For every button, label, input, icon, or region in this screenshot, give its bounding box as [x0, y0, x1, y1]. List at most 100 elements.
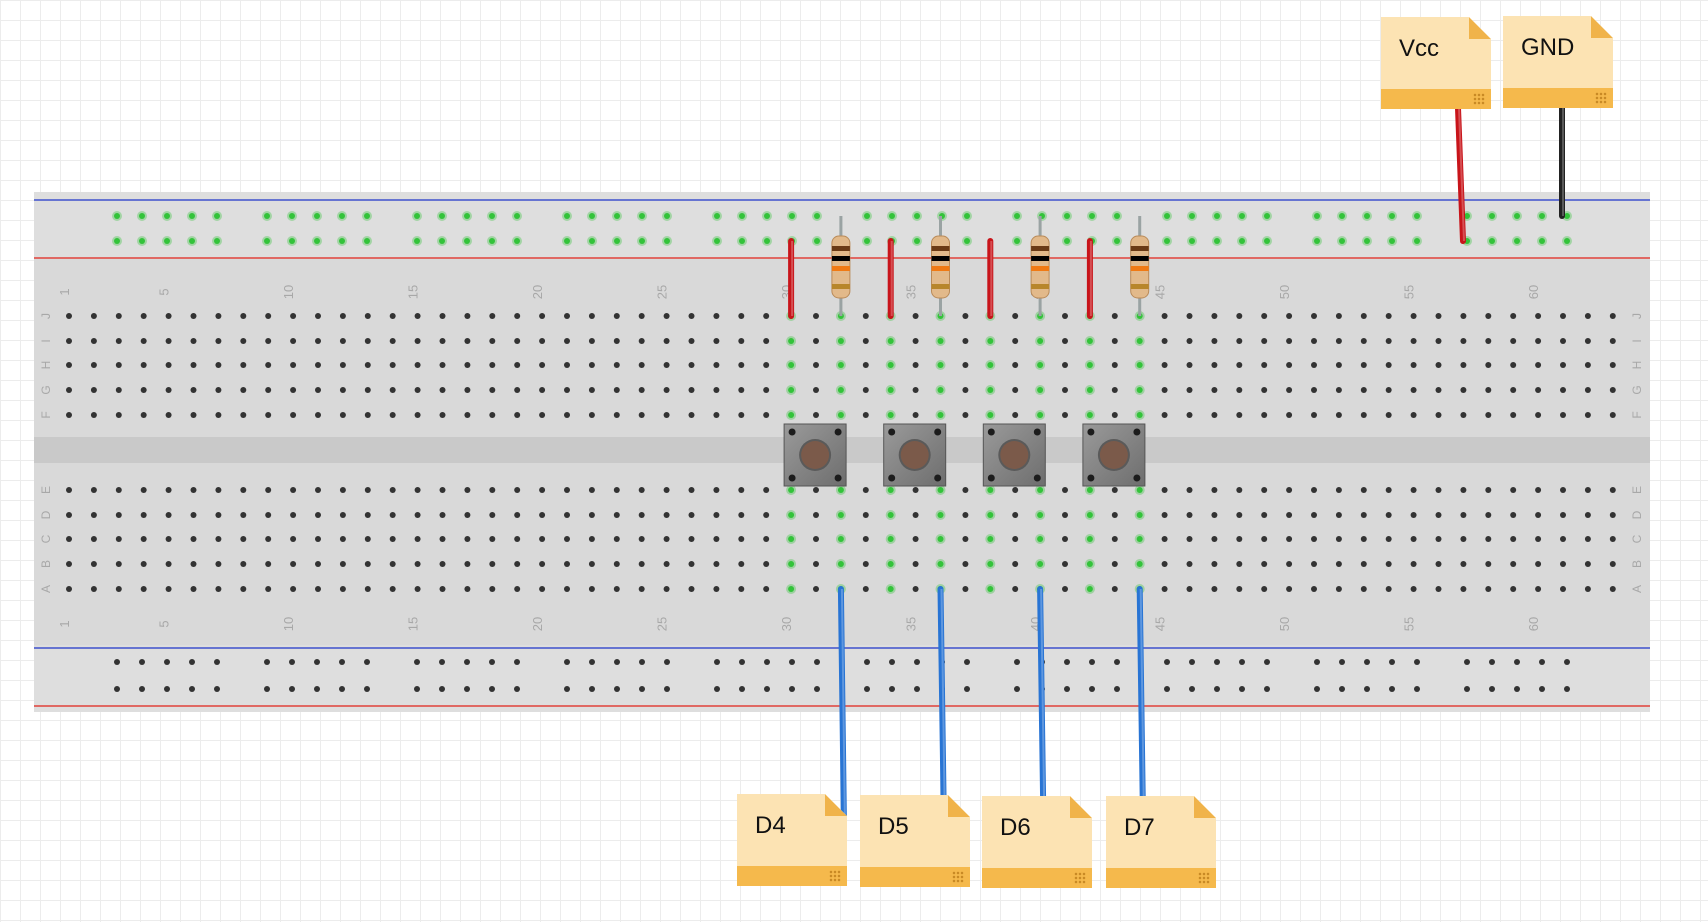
breadboard-hole[interactable]: [1314, 686, 1320, 692]
breadboard-hole[interactable]: [864, 686, 870, 692]
breadboard-hole[interactable]: [139, 659, 145, 665]
breadboard-hole[interactable]: [738, 512, 745, 518]
breadboard-hole[interactable]: [115, 561, 122, 567]
breadboard-hole[interactable]: [1435, 387, 1442, 393]
breadboard-hole[interactable]: [1510, 338, 1517, 344]
breadboard-hole[interactable]: [539, 536, 546, 542]
breadboard-hole[interactable]: [1584, 487, 1591, 493]
breadboard-hole[interactable]: [1086, 512, 1093, 518]
breadboard-hole[interactable]: [987, 412, 994, 418]
breadboard-hole[interactable]: [1360, 338, 1367, 344]
breadboard-hole[interactable]: [764, 238, 770, 244]
breadboard-hole[interactable]: [215, 512, 222, 518]
breadboard-hole[interactable]: [290, 387, 297, 393]
breadboard-hole[interactable]: [1584, 561, 1591, 567]
breadboard-hole[interactable]: [1539, 659, 1545, 665]
breadboard-hole[interactable]: [1560, 412, 1566, 418]
breadboard-hole[interactable]: [764, 659, 770, 665]
breadboard-hole[interactable]: [464, 586, 471, 592]
breadboard-hole[interactable]: [464, 512, 471, 518]
breadboard-hole[interactable]: [639, 238, 645, 244]
breadboard-hole[interactable]: [315, 586, 321, 592]
breadboard-hole[interactable]: [439, 536, 446, 542]
breadboard-hole[interactable]: [1136, 412, 1143, 418]
breadboard-hole[interactable]: [713, 561, 720, 567]
breadboard-hole[interactable]: [1037, 512, 1044, 518]
breadboard-hole[interactable]: [66, 412, 72, 418]
breadboard-hole[interactable]: [1460, 412, 1467, 418]
breadboard-hole[interactable]: [663, 487, 670, 493]
breadboard-hole[interactable]: [389, 487, 396, 493]
breadboard-hole[interactable]: [264, 659, 270, 665]
breadboard-hole[interactable]: [539, 338, 546, 344]
breadboard-hole[interactable]: [289, 238, 295, 244]
breadboard-hole[interactable]: [414, 487, 421, 493]
breadboard-hole[interactable]: [1460, 512, 1467, 518]
breadboard-hole[interactable]: [265, 362, 272, 368]
breadboard-hole[interactable]: [1111, 487, 1118, 493]
breadboard-hole[interactable]: [1111, 512, 1118, 518]
breadboard-hole[interactable]: [1086, 586, 1093, 592]
breadboard-hole[interactable]: [489, 238, 495, 244]
breadboard-hole[interactable]: [140, 487, 147, 493]
breadboard-hole[interactable]: [837, 338, 844, 344]
breadboard-hole[interactable]: [914, 659, 920, 665]
breadboard-hole[interactable]: [364, 536, 371, 542]
push-button-cap[interactable]: [801, 441, 830, 469]
breadboard-hole[interactable]: [265, 561, 272, 567]
breadboard-hole[interactable]: [639, 686, 645, 692]
breadboard-hole[interactable]: [115, 586, 122, 592]
breadboard-hole[interactable]: [1261, 561, 1268, 567]
breadboard-hole[interactable]: [389, 412, 396, 418]
breadboard-hole[interactable]: [1161, 487, 1168, 493]
breadboard-hole[interactable]: [215, 362, 222, 368]
breadboard-hole[interactable]: [215, 536, 222, 542]
breadboard-hole[interactable]: [1489, 686, 1495, 692]
breadboard-hole[interactable]: [1089, 686, 1095, 692]
breadboard-hole[interactable]: [1239, 213, 1245, 219]
breadboard-hole[interactable]: [315, 362, 321, 368]
breadboard-hole[interactable]: [1111, 362, 1118, 368]
breadboard-hole[interactable]: [514, 512, 521, 518]
breadboard-hole[interactable]: [414, 362, 421, 368]
push-button-cap[interactable]: [1099, 441, 1128, 469]
breadboard-hole[interactable]: [564, 238, 570, 244]
breadboard-hole[interactable]: [265, 412, 272, 418]
breadboard-hole[interactable]: [887, 338, 894, 344]
breadboard-hole[interactable]: [489, 412, 496, 418]
breadboard-hole[interactable]: [1385, 561, 1392, 567]
breadboard-hole[interactable]: [1111, 412, 1118, 418]
breadboard-hole[interactable]: [1560, 561, 1566, 567]
breadboard-hole[interactable]: [90, 362, 97, 368]
breadboard-hole[interactable]: [638, 387, 645, 393]
breadboard-hole[interactable]: [514, 659, 520, 665]
breadboard-hole[interactable]: [862, 338, 869, 344]
breadboard-hole[interactable]: [964, 659, 970, 665]
breadboard-hole[interactable]: [265, 487, 272, 493]
breadboard-hole[interactable]: [1535, 561, 1542, 567]
breadboard-hole[interactable]: [813, 412, 819, 418]
breadboard-hole[interactable]: [514, 487, 521, 493]
breadboard-hole[interactable]: [962, 362, 969, 368]
breadboard-hole[interactable]: [1385, 387, 1392, 393]
breadboard-hole[interactable]: [1535, 487, 1542, 493]
breadboard-hole[interactable]: [1111, 561, 1118, 567]
breadboard-hole[interactable]: [663, 338, 670, 344]
breadboard-hole[interactable]: [165, 561, 172, 567]
breadboard-hole[interactable]: [1385, 586, 1392, 592]
breadboard-hole[interactable]: [190, 536, 197, 542]
breadboard-hole[interactable]: [1062, 561, 1068, 567]
breadboard-hole[interactable]: [265, 512, 272, 518]
breadboard-hole[interactable]: [1410, 412, 1417, 418]
breadboard-hole[interactable]: [290, 362, 297, 368]
breadboard-hole[interactable]: [912, 313, 919, 319]
breadboard-hole[interactable]: [564, 586, 570, 592]
breadboard-hole[interactable]: [887, 487, 894, 493]
breadboard-hole[interactable]: [1236, 512, 1243, 518]
breadboard-hole[interactable]: [1311, 313, 1317, 319]
breadboard-hole[interactable]: [1385, 338, 1392, 344]
breadboard-hole[interactable]: [514, 561, 521, 567]
breadboard-hole[interactable]: [339, 313, 346, 319]
breadboard-hole[interactable]: [240, 338, 247, 344]
push-button-cap[interactable]: [1000, 441, 1029, 469]
